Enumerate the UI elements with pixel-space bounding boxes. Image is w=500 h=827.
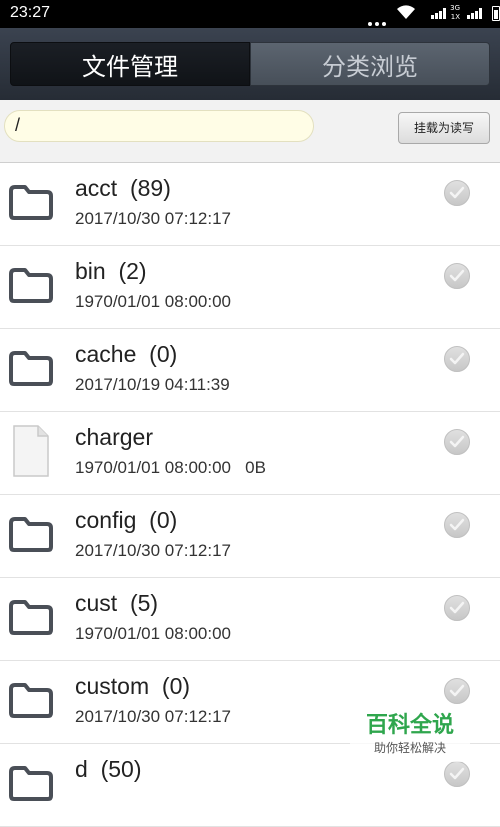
file-meta: 2017/10/30 07:12:17 [75, 209, 231, 228]
select-checkbox[interactable] [444, 512, 470, 538]
checkmark-icon [449, 269, 465, 282]
checkmark-icon [449, 767, 465, 780]
tab-bar: 文件管理 分类浏览 [0, 28, 500, 100]
file-name: bin (2) [75, 258, 147, 284]
signal-icon-2 [467, 8, 482, 19]
watermark-title: 百科全说 [365, 713, 454, 738]
folder-icon [8, 764, 54, 806]
file-name: charger [75, 424, 153, 450]
signal-icon [431, 8, 446, 19]
select-checkbox[interactable] [444, 263, 470, 289]
file-meta: 2017/10/19 04:11:39 [75, 375, 230, 394]
file-name: cust (5) [75, 590, 159, 616]
folder-icon [8, 515, 54, 557]
status-time: 23:27 [10, 4, 51, 21]
path-field[interactable]: / [4, 110, 314, 142]
file-meta: 1970/01/01 08:00:00 [75, 624, 231, 643]
select-checkbox[interactable] [444, 678, 470, 704]
more-dots-icon [368, 11, 390, 26]
folder-icon [8, 266, 54, 308]
folder-icon [8, 681, 54, 723]
folder-icon [8, 349, 54, 391]
file-name: custom (0) [75, 673, 191, 699]
file-name: acct (89) [75, 175, 171, 201]
path-bar: / 挂载为读写 [0, 100, 500, 163]
network-type-3g: 3G [450, 4, 460, 12]
file-row[interactable]: cache (0) 2017/10/19 04:11:39 [0, 329, 500, 412]
file-name: config (0) [75, 507, 178, 533]
network-type-1x: 1X [450, 13, 460, 21]
file-row[interactable]: config (0) 2017/10/30 07:12:17 [0, 495, 500, 578]
select-checkbox[interactable] [444, 180, 470, 206]
checkmark-icon [449, 684, 465, 697]
checkmark-icon [449, 518, 465, 531]
file-meta: 2017/10/30 07:12:17 [75, 707, 231, 726]
watermark-logo: 百科全说 助你轻松解决 [350, 712, 470, 762]
file-meta: 1970/01/01 08:00:00 0B [75, 458, 266, 477]
file-row[interactable]: bin (2) 1970/01/01 08:00:00 [0, 246, 500, 329]
file-row[interactable]: charger 1970/01/01 08:00:00 0B [0, 412, 500, 495]
file-row[interactable]: cust (5) 1970/01/01 08:00:00 [0, 578, 500, 661]
select-checkbox[interactable] [444, 346, 470, 372]
folder-icon [8, 183, 54, 225]
file-name: cache (0) [75, 341, 178, 367]
mount-read-write-button[interactable]: 挂载为读写 [398, 112, 490, 144]
file-meta: 1970/01/01 08:00:00 [75, 292, 231, 311]
tab-file-manager[interactable]: 文件管理 [10, 42, 250, 86]
folder-icon [8, 598, 54, 640]
wifi-icon [397, 5, 415, 20]
select-checkbox[interactable] [444, 429, 470, 455]
file-name: d (50) [75, 756, 142, 782]
battery-icon [492, 6, 500, 21]
checkmark-icon [449, 352, 465, 365]
checkmark-icon [449, 435, 465, 448]
status-bar: 23:27 3G 1X [0, 0, 500, 28]
select-checkbox[interactable] [444, 595, 470, 621]
watermark-subtitle: 助你轻松解决 [373, 741, 446, 755]
checkmark-icon [449, 601, 465, 614]
file-row[interactable]: acct (89) 2017/10/30 07:12:17 [0, 163, 500, 246]
checkmark-icon [449, 186, 465, 199]
tab-category-browse[interactable]: 分类浏览 [250, 42, 490, 86]
file-meta: 2017/10/30 07:12:17 [75, 541, 231, 560]
file-icon [8, 424, 54, 484]
select-checkbox[interactable] [444, 761, 470, 787]
